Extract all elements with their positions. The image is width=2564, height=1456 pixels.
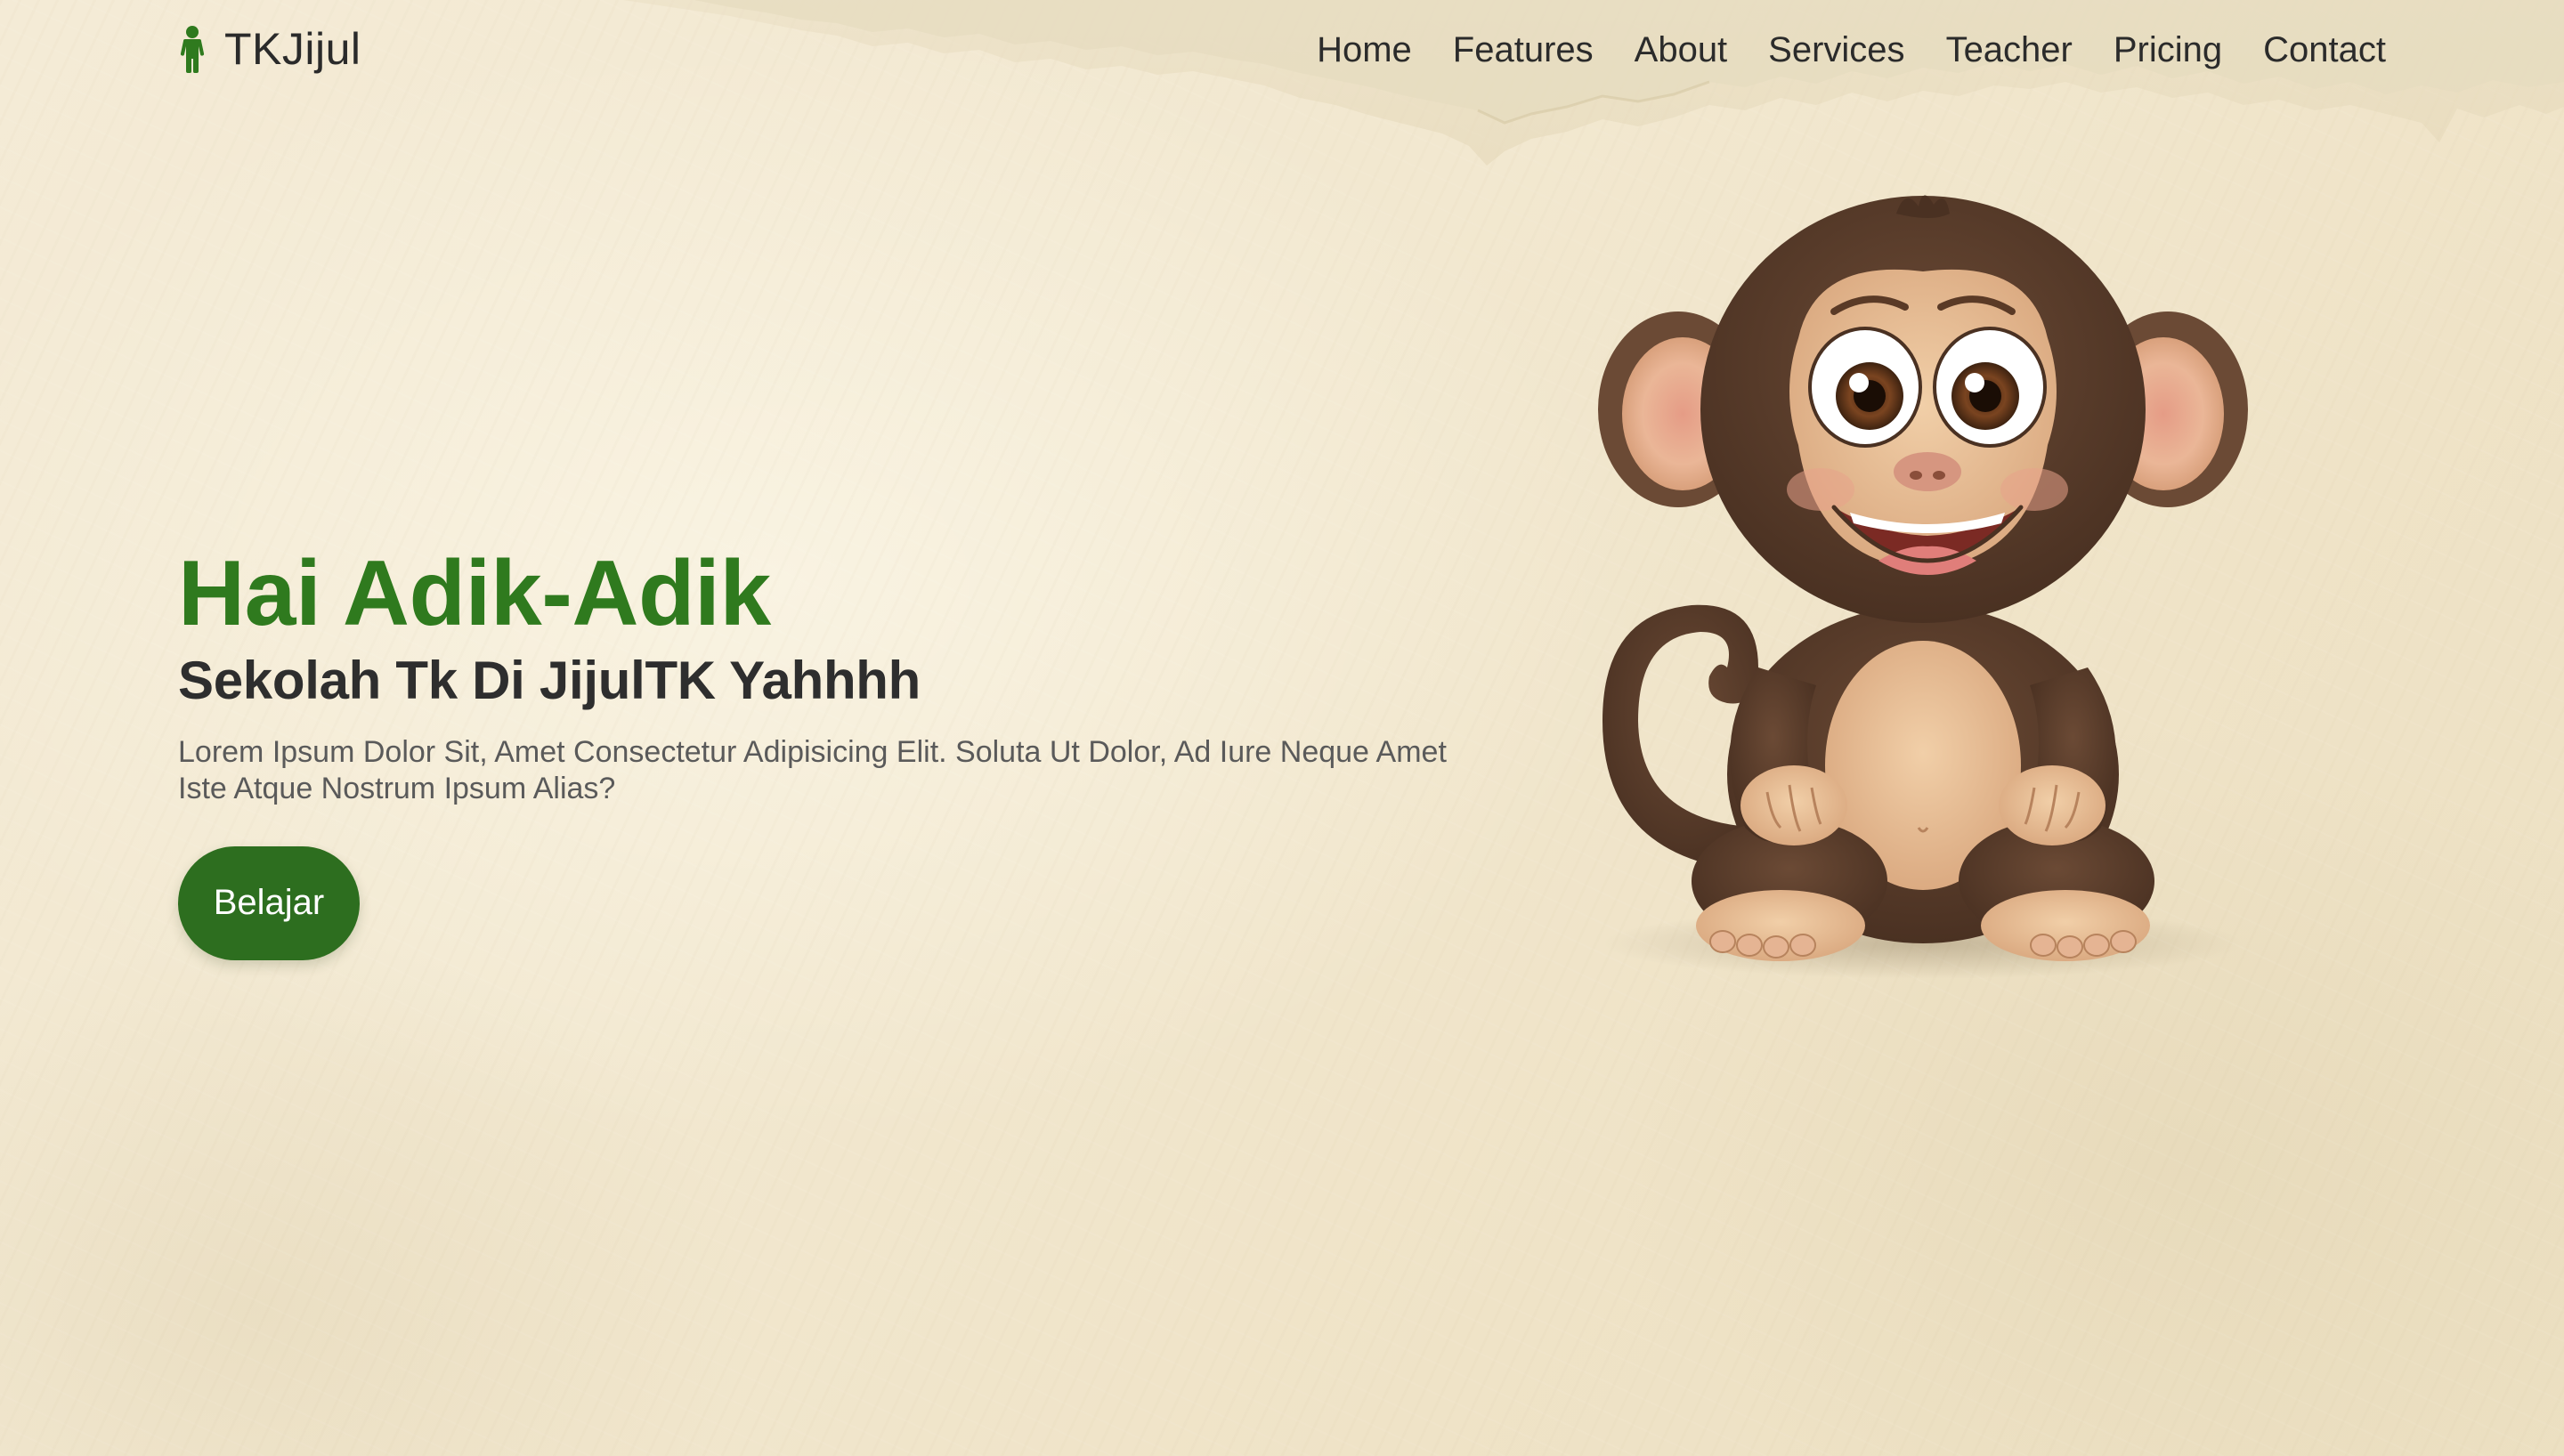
belajar-button[interactable]: Belajar [178,845,360,960]
nav-link-services[interactable]: Services [1768,30,1904,70]
person-icon [180,26,205,73]
nav-link-about[interactable]: About [1635,30,1728,70]
nav-link-pricing[interactable]: Pricing [2114,30,2222,70]
nav-link-contact[interactable]: Contact [2263,30,2386,70]
nav-link-teacher[interactable]: Teacher [1946,30,2073,70]
brand-logo[interactable]: TKJijul [176,21,361,77]
hero-section: Hai Adik-Adik Sekolah Tk Di JijulTK Yahh… [178,543,1478,960]
nav-links: Home Features About Services Teacher Pri… [1276,23,2386,77]
navbar: TKJijul Home Features About Services Tea… [0,0,2564,98]
monkey-illustration [1567,187,2279,988]
brand-name: TKJijul [224,24,361,74]
monkey-image [1598,195,2248,979]
nav-link-features[interactable]: Features [1453,30,1594,70]
hero-description: Lorem Ipsum Dolor Sit, Amet Consectetur … [178,735,1447,806]
hero-subtitle: Sekolah Tk Di JijulTK Yahhhh [178,651,921,711]
hero-title: Hai Adik-Adik [178,542,771,645]
nav-link-home[interactable]: Home [1317,30,1412,70]
